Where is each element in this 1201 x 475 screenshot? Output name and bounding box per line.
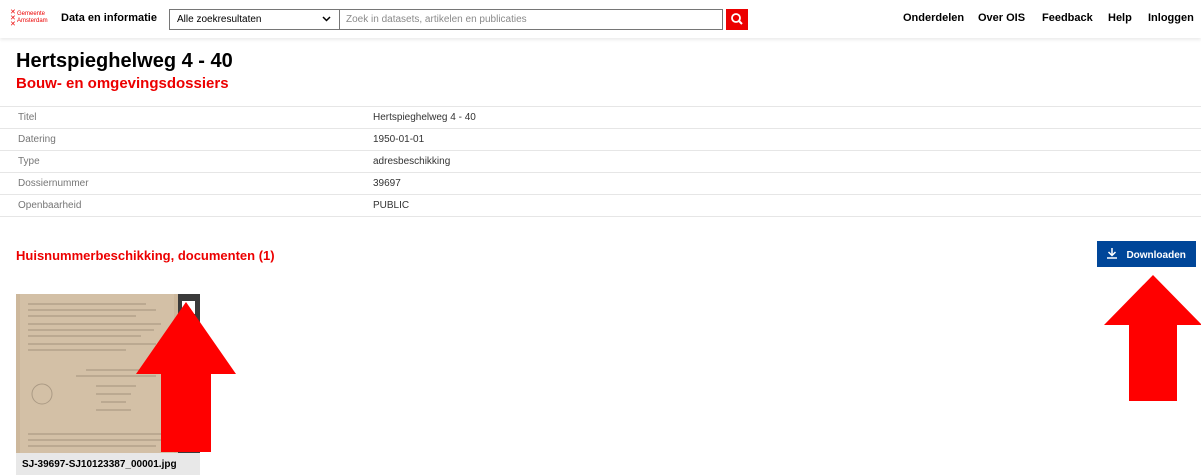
metadata-row-titel: Titel Hertspieghelweg 4 - 40 [0,106,1201,128]
download-icon [1107,247,1120,261]
site-header: ✕ ✕ ✕ Gemeente Amsterdam Data en informati… [0,0,1201,38]
download-label: Downloaden [1126,250,1186,261]
site-title[interactable]: Data en informatie [61,12,157,24]
document-filename: SJ-39697-SJ10123387_00001.jpg [16,453,200,475]
metadata-table: Titel Hertspieghelweg 4 - 40 Datering 19… [0,106,1201,217]
search-icon [731,13,743,25]
download-button[interactable]: Downloaden [1097,241,1196,267]
search-scope-select[interactable]: Alle zoekresultaten [169,9,340,30]
arrow-up-icon [1104,275,1201,401]
metadata-value: PUBLIC [373,200,410,211]
nav-inloggen[interactable]: Inloggen [1148,12,1194,24]
metadata-value: 39697 [373,178,401,189]
nav-over-ois[interactable]: Over OIS [978,12,1025,24]
metadata-row-datering: Datering 1950-01-01 [0,128,1201,150]
logo-crosses-icon: ✕ ✕ ✕ [10,9,16,28]
metadata-row-dossiernummer: Dossiernummer 39697 [0,172,1201,194]
search-input[interactable] [340,9,723,30]
page-subtitle: Bouw- en omgevingsdossiers [16,75,229,92]
logo-line-2: Amsterdam [17,18,48,24]
documents-heading: Huisnummerbeschikking, documenten (1) [16,248,275,263]
metadata-key: Type [18,156,40,167]
metadata-key: Titel [18,112,37,123]
nav-feedback[interactable]: Feedback [1042,12,1093,24]
metadata-value: Hertspieghelweg 4 - 40 [373,112,476,123]
metadata-row-openbaarheid: Openbaarheid PUBLIC [0,194,1201,217]
arrow-up-icon [136,302,236,452]
metadata-key: Datering [18,134,56,145]
metadata-row-type: Type adresbeschikking [0,150,1201,172]
logo-line-1: Gemeente [17,11,46,17]
logo-text: Gemeente Amsterdam [17,11,48,25]
metadata-key: Dossiernummer [18,178,89,189]
nav-help[interactable]: Help [1108,12,1132,24]
nav-onderdelen[interactable]: Onderdelen [903,12,964,24]
metadata-key: Openbaarheid [18,200,82,211]
metadata-value: 1950-01-01 [373,134,425,145]
metadata-value: adresbeschikking [373,156,451,167]
search-button[interactable] [726,9,748,30]
search-scope-value: Alle zoekresultaten [177,14,262,25]
chevron-down-icon [322,14,331,24]
page-title: Hertspieghelweg 4 - 40 [16,50,233,72]
